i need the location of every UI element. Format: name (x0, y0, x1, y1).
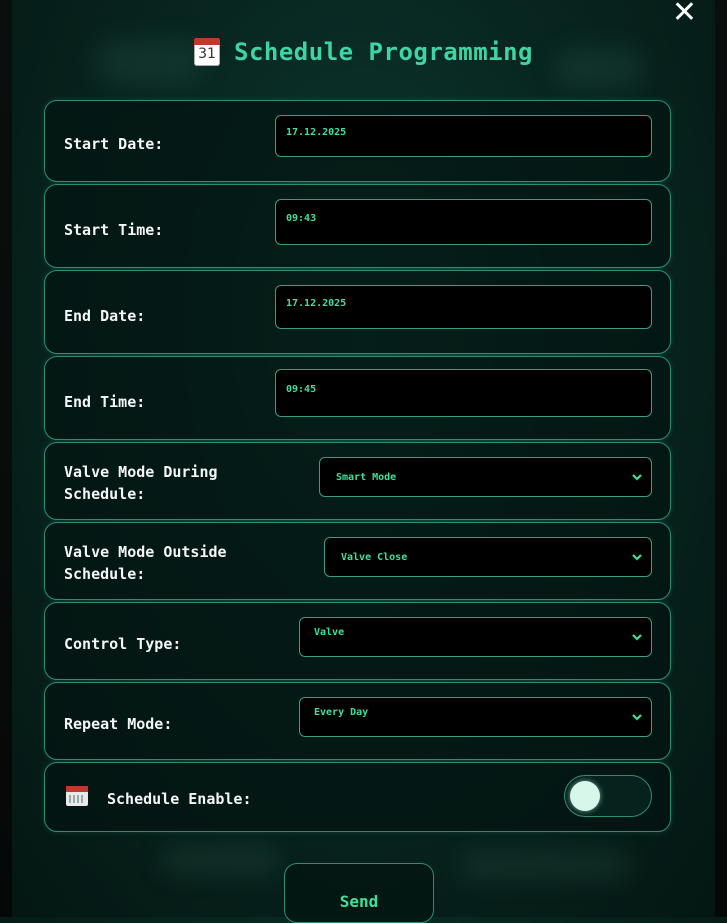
start-date-input[interactable]: 17.12.2025 (275, 115, 652, 157)
background-blur (160, 845, 280, 875)
valve-mode-during-value: Smart Mode (336, 471, 397, 483)
end-date-label: End Date: (64, 307, 146, 325)
start-date-label: Start Date: (64, 135, 164, 153)
repeat-mode-row: Repeat Mode: Every Day (44, 682, 671, 760)
toggle-knob (570, 781, 600, 811)
start-date-value: 17.12.2025 (286, 126, 347, 138)
control-type-label: Control Type: (64, 635, 182, 653)
window-edge-right (715, 0, 727, 917)
chevron-down-icon (632, 634, 642, 641)
start-time-value: 09:43 (286, 212, 317, 224)
chevron-down-icon (632, 554, 642, 561)
end-date-row: End Date: 17.12.2025 (44, 270, 671, 354)
dialog-title: Schedule Programming (234, 38, 533, 66)
start-time-input[interactable]: 09:43 (275, 199, 652, 245)
end-time-input[interactable]: 09:45 (275, 369, 652, 417)
control-type-row: Control Type: Valve (44, 602, 671, 680)
end-date-value: 17.12.2025 (286, 297, 347, 309)
control-type-value: Valve (314, 626, 345, 638)
chevron-down-icon (632, 714, 642, 721)
repeat-mode-select[interactable]: Every Day (299, 697, 652, 737)
schedule-enable-label: Schedule Enable: (107, 790, 252, 808)
end-time-row: End Time: 09:45 (44, 356, 671, 440)
valve-mode-outside-row: Valve Mode Outside Schedule: Valve Close (44, 522, 671, 600)
start-date-row: Start Date: 17.12.2025 (44, 100, 671, 182)
dialog-header: 31 Schedule Programming (0, 38, 727, 66)
repeat-mode-value: Every Day (314, 706, 369, 718)
calendar-icon: 31 (194, 38, 220, 66)
valve-mode-outside-label: Valve Mode Outside Schedule: (64, 543, 227, 583)
end-time-label: End Time: (64, 393, 146, 411)
end-time-value: 09:45 (286, 383, 317, 395)
send-button[interactable]: Send (284, 863, 434, 923)
background-blur (460, 850, 630, 880)
valve-mode-outside-value: Valve Close (341, 551, 408, 563)
calendar-icon (66, 786, 88, 806)
valve-mode-during-row: Valve Mode During Schedule: Smart Mode (44, 442, 671, 520)
valve-mode-during-select[interactable]: Smart Mode (319, 457, 652, 497)
valve-mode-outside-select[interactable]: Valve Close (324, 537, 652, 577)
close-icon[interactable]: ✕ (672, 0, 697, 28)
valve-mode-during-label: Valve Mode During Schedule: (64, 463, 218, 503)
schedule-enable-row: Schedule Enable: (44, 762, 671, 832)
repeat-mode-label: Repeat Mode: (64, 715, 173, 733)
end-date-input[interactable]: 17.12.2025 (275, 285, 652, 329)
control-type-select[interactable]: Valve (299, 617, 652, 657)
start-time-row: Start Time: 09:43 (44, 184, 671, 268)
calendar-icon-number: 31 (198, 46, 216, 62)
schedule-enable-toggle[interactable] (564, 775, 652, 817)
chevron-down-icon (632, 474, 642, 481)
window-edge-left (0, 0, 12, 917)
start-time-label: Start Time: (64, 221, 164, 239)
